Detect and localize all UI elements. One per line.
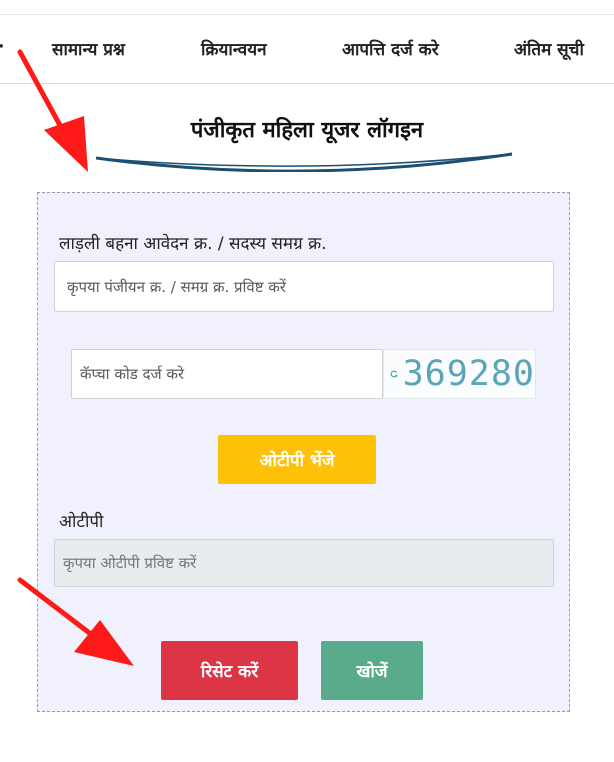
nav-item-file-objection[interactable]: आपत्ति दर्ज करे — [342, 37, 439, 60]
login-form-card: लाड़ली बहना आवेदन क्र. / सदस्य समग्र क्र… — [37, 192, 570, 712]
refresh-icon[interactable] — [390, 359, 399, 389]
otp-label: ओटीपी — [59, 512, 104, 532]
nav-separator: · — [0, 37, 4, 57]
otp-input[interactable]: कृपया ओटीपी प्रविष्ट करें — [54, 539, 554, 587]
captcha-code: 369280 — [402, 354, 535, 394]
reset-button[interactable]: रिसेट करें — [161, 641, 298, 700]
captcha-input[interactable]: कॅप्चा कोड दर्ज करे — [71, 349, 383, 399]
title-underline-curve — [95, 152, 513, 172]
application-number-input[interactable]: कृपया पंजीयन क्र. / समग्र क्र. प्रविष्ट … — [54, 261, 554, 312]
application-number-label: लाड़ली बहना आवेदन क्र. / सदस्य समग्र क्र… — [59, 234, 327, 254]
nav-item-faq[interactable]: सामान्य प्रश्न — [52, 37, 125, 60]
nav-item-final-list[interactable]: अंतिम सूची — [514, 37, 584, 60]
send-otp-button[interactable]: ओटीपी भेंजे — [218, 435, 376, 484]
search-button[interactable]: खोजें — [321, 641, 423, 700]
page-title: पंजीकृत महिला यूजर लॉगइन — [190, 118, 424, 143]
captcha-image: 369280 — [383, 349, 536, 399]
top-nav: · सामान्य प्रश्न क्रियान्वयन आपत्ति दर्ज… — [0, 14, 614, 84]
nav-item-implementation[interactable]: क्रियान्वयन — [201, 37, 267, 60]
